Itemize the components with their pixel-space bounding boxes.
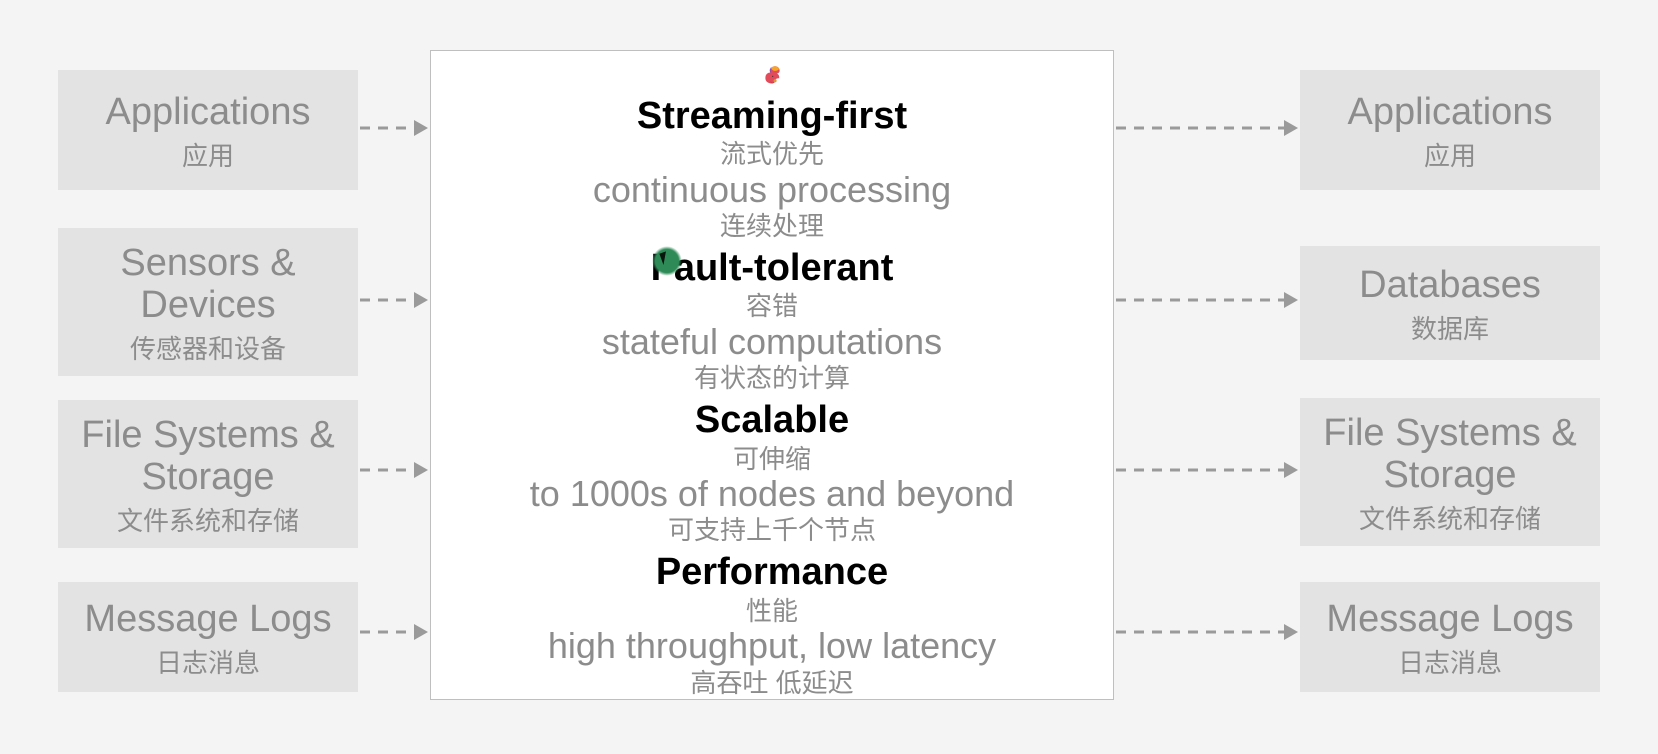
arrow-in-1 bbox=[360, 292, 428, 308]
arrow-out-3 bbox=[1116, 624, 1298, 640]
arrow-out-1 bbox=[1116, 292, 1298, 308]
cursor-highlight-icon bbox=[652, 246, 682, 276]
arrow-out-0 bbox=[1116, 120, 1298, 136]
connector-arrows bbox=[0, 0, 1658, 754]
arrow-in-3 bbox=[360, 624, 428, 640]
arrow-in-2 bbox=[360, 462, 428, 478]
flink-architecture-diagram: Applications应用Sensors & Devices传感器和设备Fil… bbox=[0, 0, 1658, 754]
arrow-in-0 bbox=[360, 120, 428, 136]
arrow-out-2 bbox=[1116, 462, 1298, 478]
